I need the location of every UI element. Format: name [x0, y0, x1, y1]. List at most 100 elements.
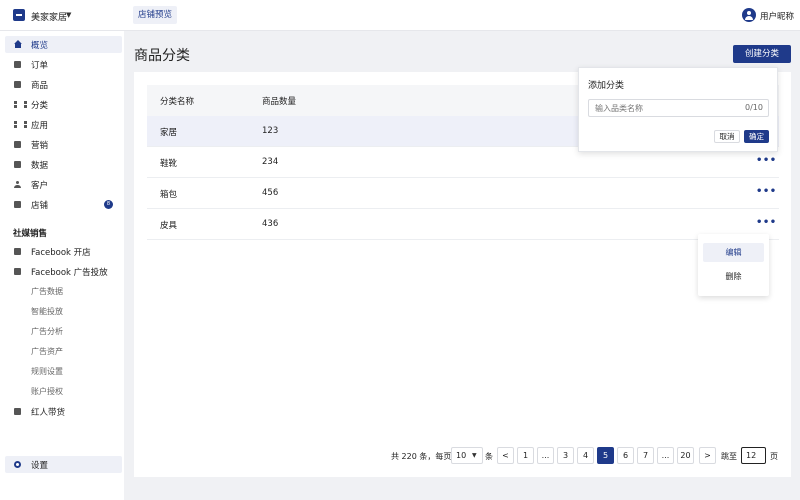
sidebar-item-label: 设置	[31, 461, 49, 471]
sidebar-item-label: 分类	[31, 101, 49, 111]
sidebar-item-facebook-ads[interactable]: Facebook 广告投放	[5, 263, 122, 280]
page-ellipsis[interactable]: ...	[657, 447, 674, 464]
user-name[interactable]: 用户昵称	[760, 10, 794, 22]
influencer-icon	[14, 408, 21, 415]
sidebar-item-label: 商品	[31, 81, 49, 91]
marketing-icon	[14, 141, 21, 148]
sidebar-item-label: 红人带货	[31, 408, 66, 418]
sidebar-item-label: 数据	[31, 161, 49, 171]
more-actions-icon[interactable]: •••	[756, 155, 777, 166]
table-row[interactable]: 箱包 456 •••	[147, 178, 779, 209]
store-icon	[14, 201, 21, 208]
chart-icon	[14, 161, 21, 168]
sidebar-item-settings[interactable]: 设置	[5, 456, 122, 473]
column-header-name: 分类名称	[160, 97, 195, 107]
page-suffix: 页	[770, 452, 778, 461]
customer-icon	[14, 181, 21, 188]
sidebar-item-label: Facebook 开店	[31, 248, 91, 258]
sidebar-subitem-ad-assets[interactable]: 广告资产	[31, 346, 63, 357]
category-name: 箱包	[160, 190, 178, 200]
pagination-total: 共 220 条，每页	[391, 452, 452, 461]
sidebar-item-orders[interactable]: 订单	[5, 56, 122, 73]
jump-label: 跳至	[721, 452, 737, 461]
prev-page-button[interactable]: <	[497, 447, 514, 464]
sidebar-item-label: 概览	[31, 41, 49, 51]
home-icon	[14, 40, 22, 48]
page-button[interactable]: 1	[517, 447, 534, 464]
sidebar-subitem-ad-analysis[interactable]: 广告分析	[31, 326, 63, 337]
next-page-button[interactable]: >	[699, 447, 716, 464]
chevron-right-icon: >	[704, 451, 711, 460]
sidebar-item-store[interactable]: 店铺 8	[5, 196, 122, 213]
store-logo-icon[interactable]	[13, 9, 25, 21]
sidebar-item-marketing[interactable]: 营销	[5, 136, 122, 153]
pagination-unit: 条	[485, 452, 493, 461]
sidebar-item-label: 订单	[31, 61, 49, 71]
sidebar-item-data[interactable]: 数据	[5, 156, 122, 173]
sidebar-item-overview[interactable]: 概览	[5, 36, 122, 53]
page-button-current[interactable]: 5	[597, 447, 614, 464]
page-button[interactable]: 7	[637, 447, 654, 464]
top-bar: 美家家居 ▼ 店铺预览 用户昵称	[0, 0, 800, 31]
sidebar-item-categories[interactable]: 分类	[5, 96, 122, 113]
page-button[interactable]: 6	[617, 447, 634, 464]
section-title-social: 社媒销售	[13, 229, 48, 239]
table-row[interactable]: 皮具 436 •••	[147, 209, 779, 240]
product-count: 436	[262, 219, 279, 229]
facebook-icon	[14, 248, 21, 255]
store-preview-button[interactable]: 店铺预览	[133, 6, 178, 24]
page-size-value: 10	[456, 451, 467, 460]
category-name-input[interactable]	[588, 99, 769, 117]
store-name[interactable]: 美家家居	[31, 10, 67, 23]
sidebar-subitem-ad-data[interactable]: 广告数据	[31, 286, 63, 297]
category-name: 鞋靴	[160, 159, 178, 169]
sidebar-item-label: 营销	[31, 141, 49, 151]
order-icon	[14, 61, 21, 68]
popover-title: 添加分类	[588, 81, 625, 91]
page-size-select[interactable]: 10 ▼	[451, 447, 483, 464]
product-count: 234	[262, 157, 279, 167]
cancel-button[interactable]: 取消	[714, 130, 740, 143]
page-button[interactable]: 4	[577, 447, 594, 464]
sidebar-item-label: 客户	[31, 181, 49, 191]
sidebar: 概览 订单 商品 分类 应用 营销 数据 客户 店铺 8 社媒销售 Facebo…	[0, 31, 124, 500]
user-avatar-icon[interactable]	[742, 8, 756, 22]
sidebar-subitem-rules[interactable]: 规则设置	[31, 366, 63, 377]
product-count: 123	[262, 126, 279, 136]
sidebar-item-apps[interactable]: 应用	[5, 116, 122, 133]
menu-item-delete[interactable]: 删除	[703, 267, 764, 286]
sidebar-item-facebook-shop[interactable]: Facebook 开店	[5, 243, 122, 260]
sidebar-item-customers[interactable]: 客户	[5, 176, 122, 193]
category-name: 家居	[160, 128, 178, 138]
menu-item-edit[interactable]: 编辑	[703, 243, 764, 262]
notification-badge: 8	[104, 200, 113, 209]
chevron-down-icon: ▼	[472, 452, 477, 459]
page-ellipsis[interactable]: ...	[537, 447, 554, 464]
category-name: 皮具	[160, 221, 178, 231]
apps-icon	[14, 121, 27, 128]
sidebar-item-label: 应用	[31, 121, 49, 131]
sidebar-subitem-account-auth[interactable]: 账户授权	[31, 386, 63, 397]
category-icon	[14, 101, 27, 108]
sidebar-item-influencer[interactable]: 红人带货	[5, 403, 122, 420]
gear-icon	[14, 461, 21, 468]
sidebar-subitem-smart-delivery[interactable]: 智能投放	[31, 306, 63, 317]
more-actions-icon[interactable]: •••	[756, 186, 777, 197]
sidebar-item-products[interactable]: 商品	[5, 76, 122, 93]
page-title: 商品分类	[134, 48, 190, 64]
facebook-ads-icon	[14, 268, 21, 275]
char-counter: 0/10	[745, 103, 763, 112]
more-actions-icon[interactable]: •••	[756, 217, 777, 228]
create-category-button[interactable]: 创建分类	[733, 45, 791, 63]
sidebar-item-label: 店铺	[31, 201, 49, 211]
sidebar-item-label: Facebook 广告投放	[31, 268, 108, 278]
confirm-button[interactable]: 确定	[744, 130, 769, 143]
page-button[interactable]: 20	[677, 447, 694, 464]
column-header-count: 商品数量	[262, 97, 297, 107]
product-count: 456	[262, 188, 279, 198]
chevron-down-icon[interactable]: ▼	[66, 11, 71, 19]
row-actions-menu: 编辑 删除	[698, 234, 769, 296]
jump-page-input[interactable]: 12	[741, 447, 766, 464]
page-button[interactable]: 3	[557, 447, 574, 464]
chevron-left-icon: <	[502, 451, 509, 460]
